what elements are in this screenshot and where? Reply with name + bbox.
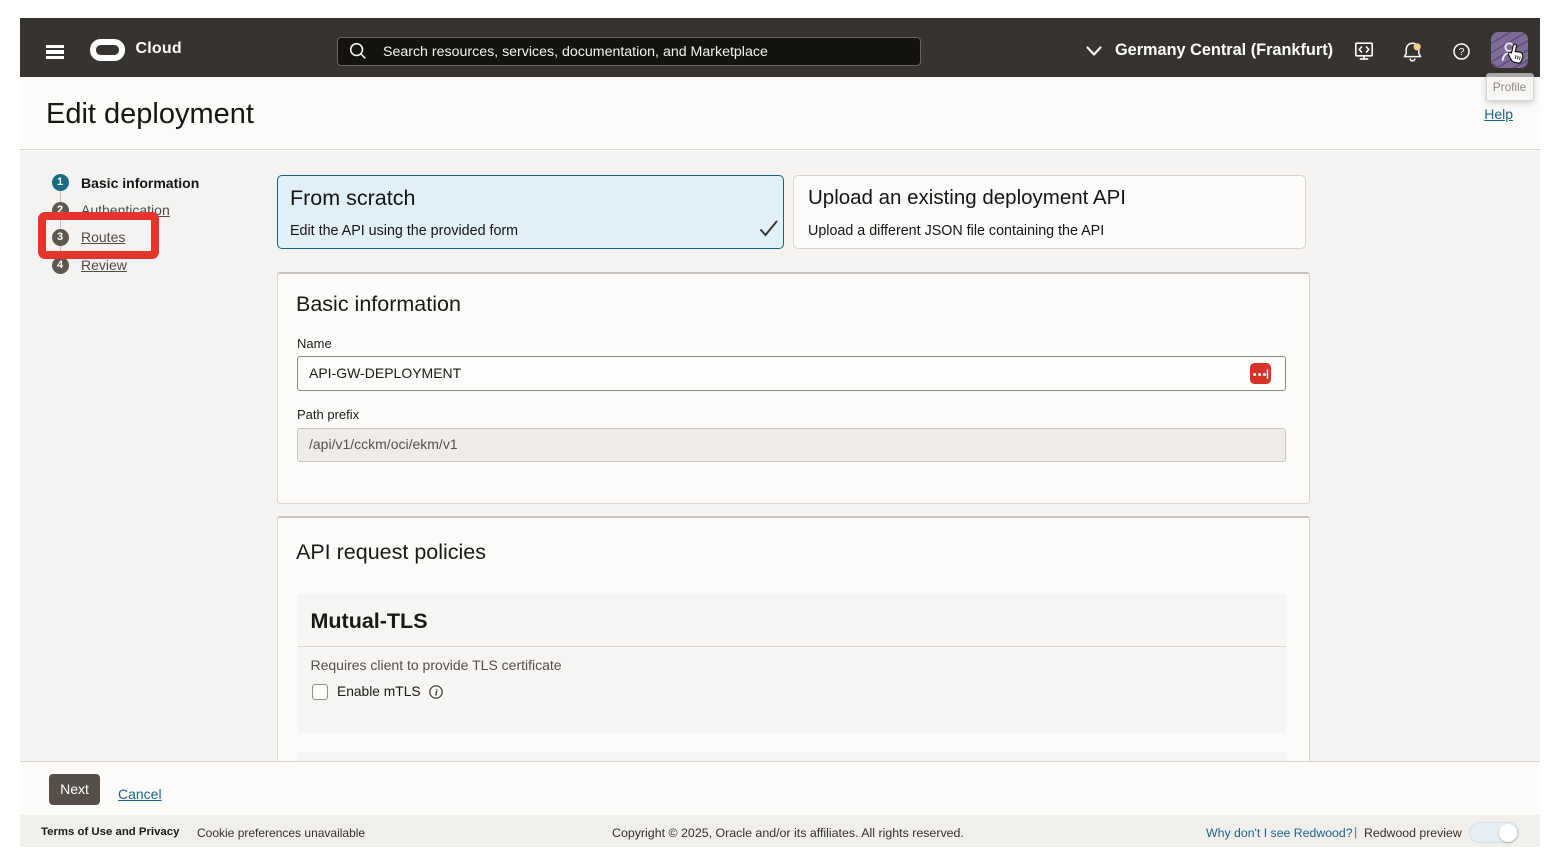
svg-text:?: ? [1459,46,1465,58]
svg-text:i: i [434,688,437,698]
